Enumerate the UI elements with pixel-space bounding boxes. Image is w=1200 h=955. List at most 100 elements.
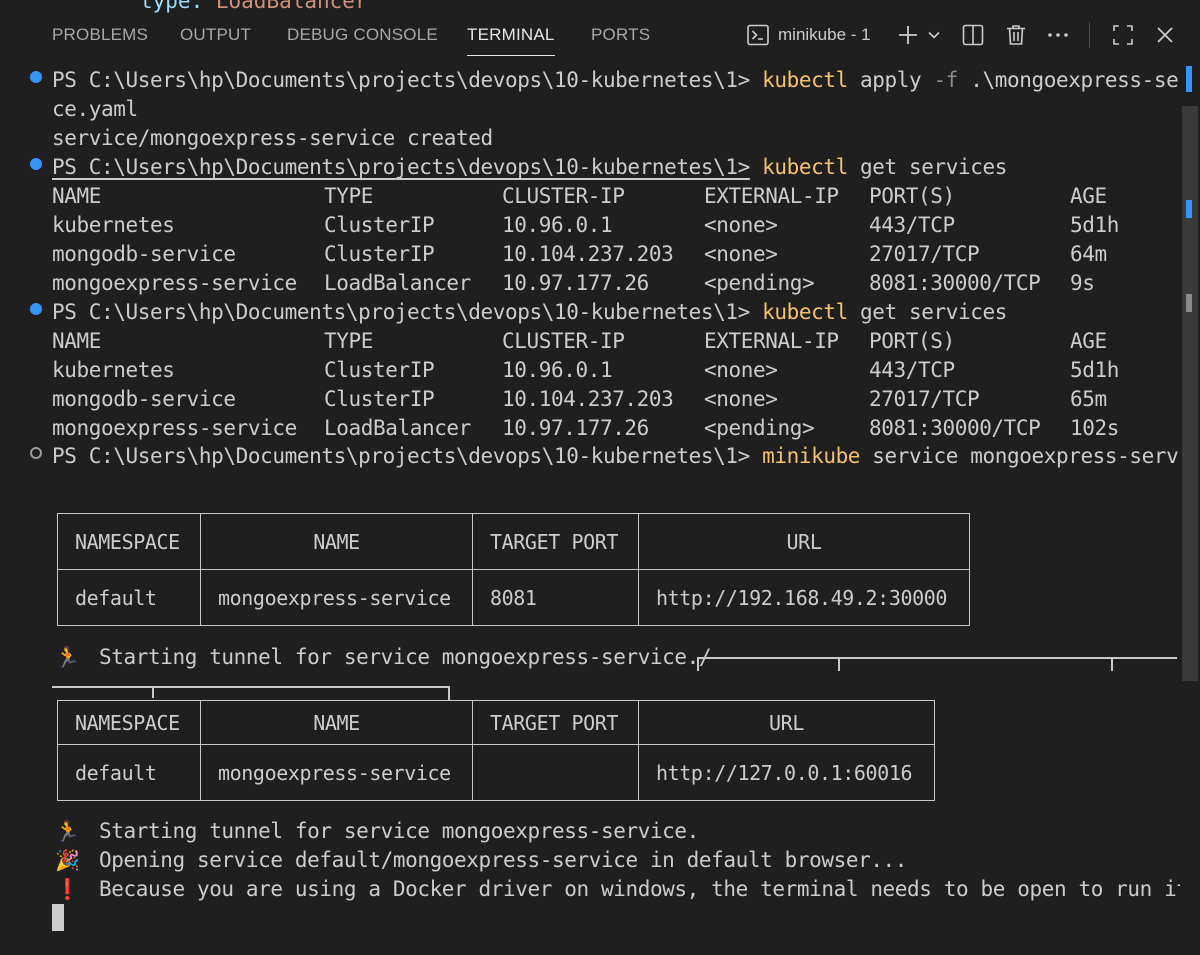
more-actions-button[interactable]: [1045, 20, 1071, 50]
header-cell: CLUSTER-IP: [502, 184, 625, 208]
panel-header: PROBLEMS OUTPUT DEBUG CONSOLE TERMINAL P…: [0, 0, 1200, 66]
table-cell: 8081:30000/TCP: [869, 416, 1041, 440]
table-cell: LoadBalancer: [324, 271, 471, 295]
header-cell: EXTERNAL-IP: [704, 329, 839, 353]
table-cell: <pending>: [704, 416, 815, 440]
trash-icon: [1004, 23, 1028, 47]
kill-terminal-button[interactable]: [1003, 20, 1029, 50]
ellipsis-icon: [1046, 23, 1070, 47]
header-cell: TARGET PORT: [472, 513, 639, 570]
table-row: NAMESPACE NAME TARGET PORT URL: [57, 700, 935, 745]
header-cell: EXTERNAL-IP: [704, 184, 839, 208]
open-browser-message: Opening service default/mongoexpress-ser…: [99, 848, 908, 872]
table-cell: ClusterIP: [324, 358, 435, 382]
header-cell: URL: [638, 700, 935, 745]
terminal-icon: [746, 23, 770, 47]
box-border-fragment: [838, 657, 840, 671]
table-cell: http://192.168.49.2:30000: [638, 569, 970, 626]
exclamation-icon: ❗: [55, 877, 80, 901]
close-panel-button[interactable]: [1152, 20, 1178, 50]
maximize-panel-button[interactable]: [1110, 20, 1136, 50]
table-cell: 65m: [1070, 387, 1107, 411]
header-cell: URL: [638, 513, 970, 570]
terminal-instance-selector[interactable]: minikube - 1: [746, 20, 871, 50]
scrollbar-thumb[interactable]: [1182, 106, 1198, 681]
tab-terminal[interactable]: TERMINAL: [467, 24, 555, 56]
tab-problems[interactable]: PROBLEMS: [52, 24, 148, 46]
table-cell: 10.104.237.203: [502, 242, 674, 266]
table-cell: 10.104.237.203: [502, 387, 674, 411]
split-icon: [961, 23, 985, 47]
table-cell: kubernetes: [52, 213, 175, 237]
scroll-marker: [1186, 200, 1192, 218]
table-cell: LoadBalancer: [324, 416, 471, 440]
header-cell: PORT(S): [869, 329, 955, 353]
prompt-line: PS C:\Users\hp\Documents\projects\devops…: [52, 68, 1180, 92]
tab-debug-console[interactable]: DEBUG CONSOLE: [287, 24, 438, 46]
terminal-cursor: [52, 904, 64, 931]
split-terminal-button[interactable]: [960, 20, 986, 50]
table-row: NAMESPACE NAME TARGET PORT URL: [57, 513, 970, 570]
terminal-output[interactable]: PS C:\Users\hp\Documents\projects\devops…: [0, 66, 1180, 955]
command-success-decoration[interactable]: [30, 158, 42, 170]
header-cell: AGE: [1070, 184, 1107, 208]
toolbar-divider: [1089, 22, 1090, 48]
table-cell: 5d1h: [1070, 358, 1119, 382]
table-cell: 10.96.0.1: [502, 358, 613, 382]
table-cell: <pending>: [704, 271, 815, 295]
plus-icon: [897, 24, 919, 46]
header-cell: NAME: [52, 329, 101, 353]
table-cell: 10.96.0.1: [502, 213, 613, 237]
minikube-service-table-1: NAMESPACE NAME TARGET PORT URL default m…: [57, 513, 970, 626]
close-icon: [1155, 25, 1175, 45]
table-cell: mongoexpress-service: [52, 271, 297, 295]
tab-ports[interactable]: PORTS: [591, 24, 650, 46]
header-cell: NAMESPACE: [57, 700, 201, 745]
header-cell: TYPE: [324, 184, 373, 208]
box-border-fragment: [52, 686, 449, 688]
running-person-icon: 🏃: [55, 645, 80, 669]
table-cell: mongodb-service: [52, 387, 236, 411]
table-cell: 5d1h: [1070, 213, 1119, 237]
header-cell: TARGET PORT: [472, 700, 639, 745]
running-person-icon: 🏃: [55, 819, 80, 843]
new-terminal-button[interactable]: [895, 20, 921, 50]
tab-output[interactable]: OUTPUT: [180, 24, 251, 46]
scroll-marker: [1186, 294, 1192, 312]
table-cell: default: [57, 744, 201, 801]
table-cell: http://127.0.0.1:60016: [638, 744, 935, 801]
table-cell: default: [57, 569, 201, 626]
table-cell: mongoexpress-service: [52, 416, 297, 440]
header-cell: AGE: [1070, 329, 1107, 353]
terminal-scrollbar[interactable]: [1180, 66, 1200, 955]
terminal-instance-label: minikube - 1: [778, 25, 871, 44]
tunnel-message: Starting tunnel for service mongoexpress…: [99, 645, 712, 669]
header-cell: TYPE: [324, 329, 373, 353]
command-success-decoration[interactable]: [30, 303, 42, 315]
table-cell: kubernetes: [52, 358, 175, 382]
scroll-marker: [1186, 66, 1192, 92]
command-success-decoration[interactable]: [30, 71, 42, 83]
table-cell: <none>: [704, 242, 778, 266]
box-border-fragment: [448, 686, 450, 700]
box-border-fragment: [152, 686, 154, 698]
header-cell: CLUSTER-IP: [502, 329, 625, 353]
prompt-line: PS C:\Users\hp\Documents\projects\devops…: [52, 300, 1007, 324]
table-cell: 443/TCP: [869, 213, 955, 237]
header-cell: NAMESPACE: [57, 513, 201, 570]
table-cell: <none>: [704, 213, 778, 237]
table-row: default mongoexpress-service 8081 http:/…: [57, 569, 970, 626]
table-cell: 10.97.177.26: [502, 271, 649, 295]
table-cell: mongoexpress-service: [200, 744, 473, 801]
header-cell: NAME: [200, 700, 473, 745]
table-cell: [472, 744, 639, 801]
terminal-profile-dropdown[interactable]: [925, 20, 943, 50]
box-border-fragment: [697, 657, 1177, 659]
command-running-decoration[interactable]: [30, 447, 42, 459]
table-cell: 27017/TCP: [869, 242, 980, 266]
box-border-fragment: [1111, 657, 1113, 671]
table-cell: mongoexpress-service: [200, 569, 473, 626]
table-cell: 27017/TCP: [869, 387, 980, 411]
table-cell: 8081:30000/TCP: [869, 271, 1041, 295]
table-cell: ClusterIP: [324, 387, 435, 411]
